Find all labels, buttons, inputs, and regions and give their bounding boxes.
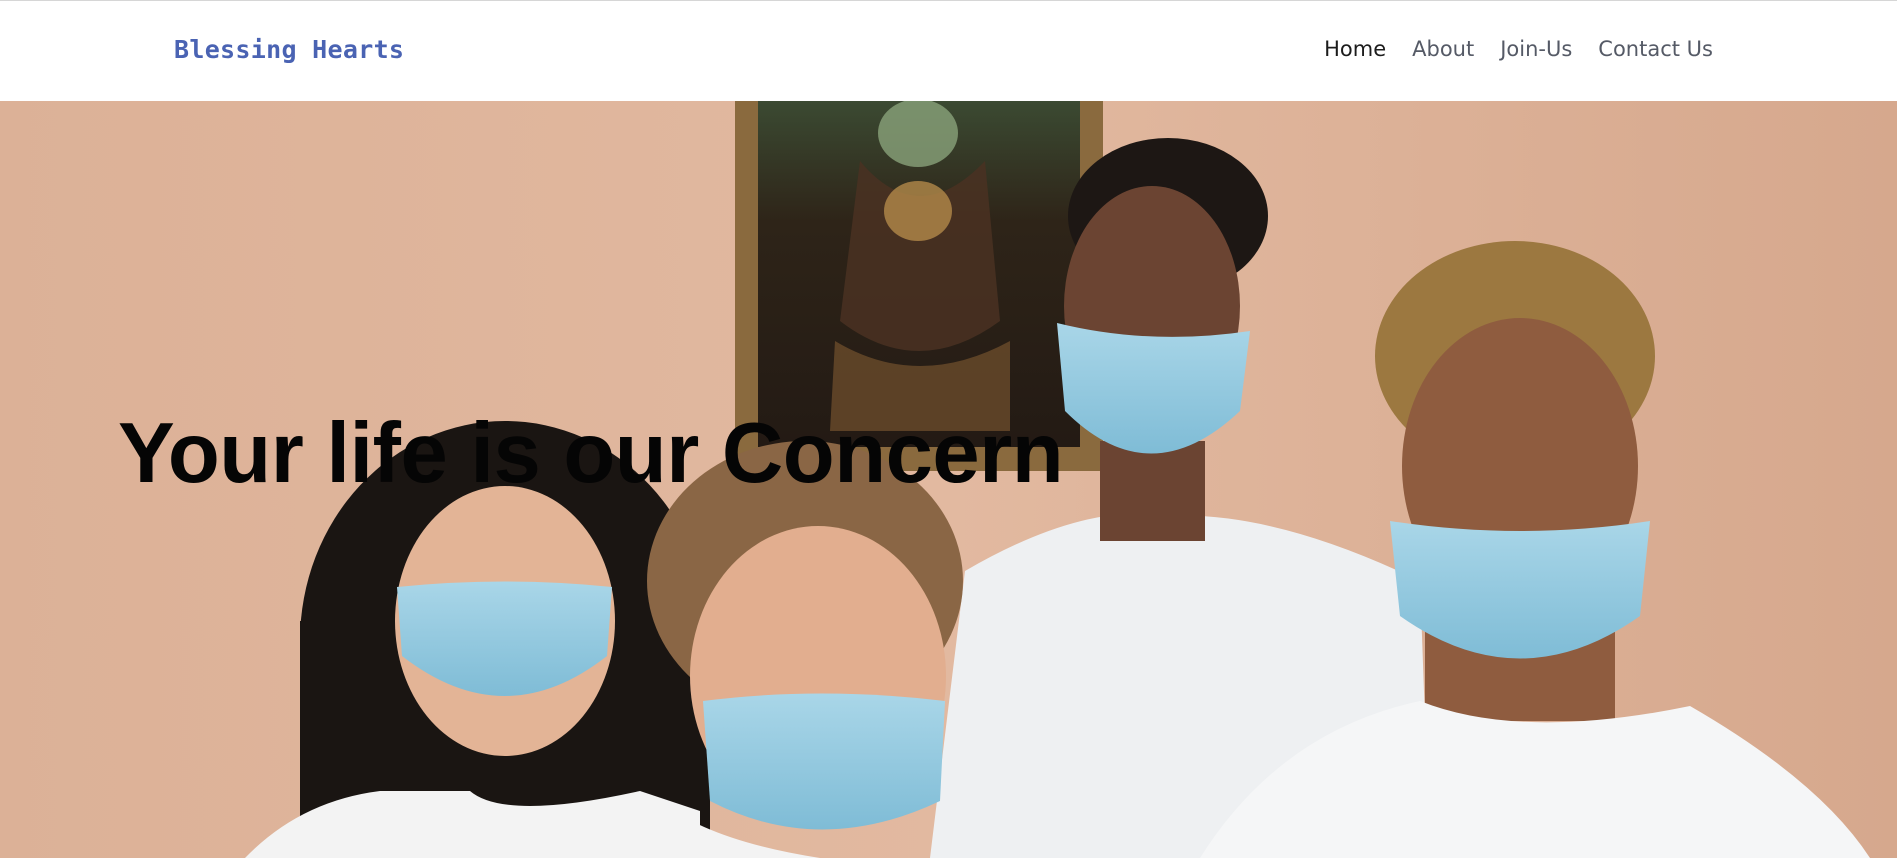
nav-item-about[interactable]: About — [1412, 37, 1474, 61]
hero-headline: Your life is our Concern — [118, 406, 1064, 501]
hero-section: Your life is our Concern — [0, 101, 1897, 858]
nav-item-contact-us[interactable]: Contact Us — [1598, 37, 1713, 61]
nav-item-join-us[interactable]: Join-Us — [1500, 37, 1572, 61]
top-navbar: Blessing Hearts Home About Join-Us Conta… — [0, 0, 1897, 101]
main-nav: Home About Join-Us Contact Us — [1324, 37, 1713, 61]
brand-logo[interactable]: Blessing Hearts — [174, 35, 404, 64]
nav-item-home[interactable]: Home — [1324, 37, 1386, 61]
